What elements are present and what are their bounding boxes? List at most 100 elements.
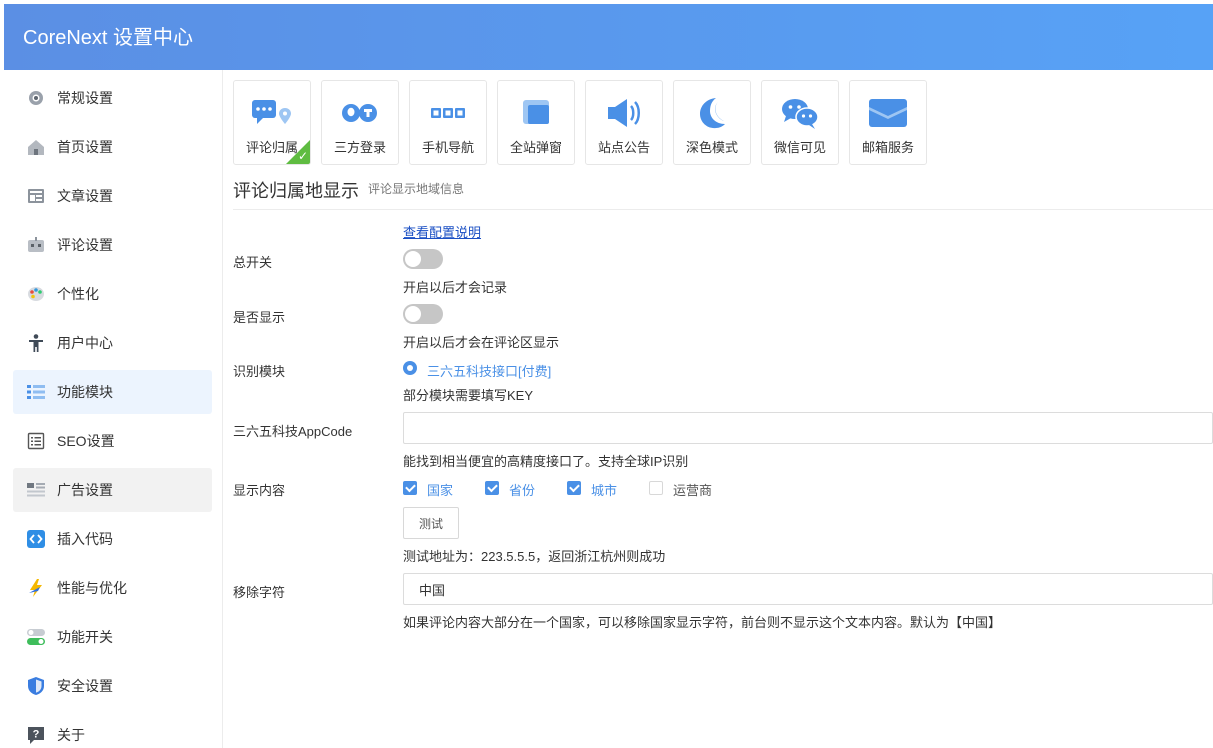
settings-page: CoreNext 设置中心 常规设置 首页设置 文章设置 评论设置 个性化 用户… [0, 0, 1213, 748]
comment-icon [25, 234, 47, 256]
doc-link[interactable]: 查看配置说明 [403, 222, 481, 241]
mail-icon [850, 93, 926, 133]
remove-chars-help: 如果评论内容大部分在一个国家，可以移除国家显示字符，前台则不显示这个文本内容。默… [403, 615, 1002, 630]
sidebar-item-comment[interactable]: 评论设置 [13, 223, 212, 267]
user-icon [25, 332, 47, 354]
megaphone-icon [586, 93, 662, 133]
isp-checkbox[interactable] [649, 481, 663, 495]
sidebar-item-insert-code[interactable]: 插入代码 [13, 517, 212, 561]
toggle-icon [25, 626, 47, 648]
tab-label: 全站弹窗 [509, 140, 562, 155]
lightning-icon [25, 577, 47, 599]
sidebar-item-label: 功能模块 [57, 384, 113, 400]
ad-icon [25, 479, 47, 501]
sidebar-item-ads[interactable]: 广告设置 [13, 468, 212, 512]
country-checkbox-label[interactable]: 国家 [427, 480, 453, 499]
switch-knob [405, 251, 421, 267]
mobile-nav-icon [410, 93, 486, 133]
code-icon [25, 528, 47, 550]
sidebar-item-general[interactable]: 常规设置 [13, 76, 212, 120]
sidebar-item-label: 广告设置 [57, 482, 113, 498]
tab-dark-mode[interactable]: 深色模式 [673, 80, 751, 165]
master-switch-help: 开启以后才会记录 [403, 280, 508, 295]
sidebar-item-label: 插入代码 [57, 531, 113, 547]
module-help: 部分模块需要填写KEY [403, 388, 534, 403]
sidebar-item-user-center[interactable]: 用户中心 [13, 321, 212, 365]
module-label: 识别模块 [233, 364, 286, 379]
tab-label: 深色模式 [685, 140, 738, 155]
tab-mobile-nav[interactable]: 手机导航 [409, 80, 487, 165]
display-label: 显示内容 [233, 483, 286, 498]
isp-checkbox-label[interactable]: 运营商 [673, 480, 712, 499]
palette-icon [25, 283, 47, 305]
tab-label: 手机导航 [421, 140, 474, 155]
home-icon [25, 136, 47, 158]
tab-label: 站点公告 [597, 140, 650, 155]
tab-third-party-login[interactable]: 三方登录 [321, 80, 399, 165]
sidebar-item-article[interactable]: 文章设置 [13, 174, 212, 218]
country-checkbox[interactable] [403, 481, 417, 495]
seo-icon [25, 430, 47, 452]
sidebar-item-label: 首页设置 [57, 139, 113, 155]
show-switch-help: 开启以后才会在评论区显示 [403, 335, 560, 350]
sidebar-item-seo[interactable]: SEO设置 [13, 419, 212, 463]
appcode-label: 三六五科技AppCode [233, 424, 353, 439]
app-header: CoreNext 设置中心 [4, 4, 1213, 70]
sidebar-item-label: 常规设置 [57, 90, 113, 106]
tab-label: 三方登录 [333, 140, 386, 155]
sidebar-item-security[interactable]: 安全设置 [13, 664, 212, 708]
appcode-input[interactable] [403, 412, 1213, 444]
province-checkbox[interactable] [485, 481, 499, 495]
sidebar-item-label: 文章设置 [57, 188, 113, 204]
tab-comment-location[interactable]: 评论归属 ✓ [233, 80, 311, 165]
sidebar-item-label: 个性化 [57, 286, 99, 302]
wechat-icon [762, 93, 838, 133]
city-checkbox[interactable] [567, 481, 581, 495]
tab-mail-service[interactable]: 邮箱服务 [849, 80, 927, 165]
sidebar-item-modules[interactable]: 功能模块 [13, 370, 212, 414]
tab-wechat-visible[interactable]: 微信可见 [761, 80, 839, 165]
sidebar-item-home[interactable]: 首页设置 [13, 125, 212, 169]
switch-knob [405, 306, 421, 322]
third-party-login-icon [322, 93, 398, 133]
check-icon: ✓ [297, 149, 308, 163]
sidebar-item-label: 功能开关 [57, 629, 113, 645]
city-checkbox-label[interactable]: 城市 [591, 480, 617, 499]
app-title: CoreNext 设置中心 [23, 27, 194, 49]
module-radio[interactable] [403, 361, 417, 375]
gear-icon [25, 87, 47, 109]
sidebar-item-label: SEO设置 [57, 433, 115, 449]
svg-text:?: ? [33, 729, 40, 741]
sidebar-item-feature-switch[interactable]: 功能开关 [13, 615, 212, 659]
sidebar-item-personalize[interactable]: 个性化 [13, 272, 212, 316]
tab-label: 邮箱服务 [861, 140, 914, 155]
tab-popup[interactable]: 全站弹窗 [497, 80, 575, 165]
question-icon: ? [25, 724, 47, 746]
module-option-label[interactable]: 三六五科技接口[付费] [427, 361, 551, 380]
province-checkbox-label[interactable]: 省份 [509, 480, 535, 499]
show-switch-label: 是否显示 [233, 310, 286, 325]
module-icon [25, 381, 47, 403]
shield-icon [25, 675, 47, 697]
master-switch-label: 总开关 [233, 255, 273, 270]
tab-announcement[interactable]: 站点公告 [585, 80, 663, 165]
master-switch-toggle[interactable] [403, 249, 443, 269]
remove-chars-label: 移除字符 [233, 585, 286, 600]
test-button[interactable]: 测试 [403, 507, 459, 539]
show-switch-toggle[interactable] [403, 304, 443, 324]
moon-icon [674, 93, 750, 133]
sidebar-item-performance[interactable]: 性能与优化 [13, 566, 212, 610]
divider [233, 209, 1213, 210]
sidebar-item-label: 安全设置 [57, 678, 113, 694]
sidebar-item-label: 评论设置 [57, 237, 113, 253]
article-icon [25, 185, 47, 207]
sidebar-item-about[interactable]: ? 关于 [13, 713, 212, 748]
remove-chars-input[interactable] [403, 573, 1213, 605]
popup-icon [498, 93, 574, 133]
appcode-help: 能找到相当便宜的高精度接口了。支持全球IP识别 [403, 454, 689, 469]
section-title: 评论归属地显示 [233, 181, 359, 201]
sidebar-item-label: 性能与优化 [57, 580, 127, 596]
comment-location-icon [234, 93, 310, 133]
display-help: 测试地址为：223.5.5.5，返回浙江杭州则成功 [403, 549, 666, 564]
sidebar-item-label: 关于 [57, 727, 85, 743]
